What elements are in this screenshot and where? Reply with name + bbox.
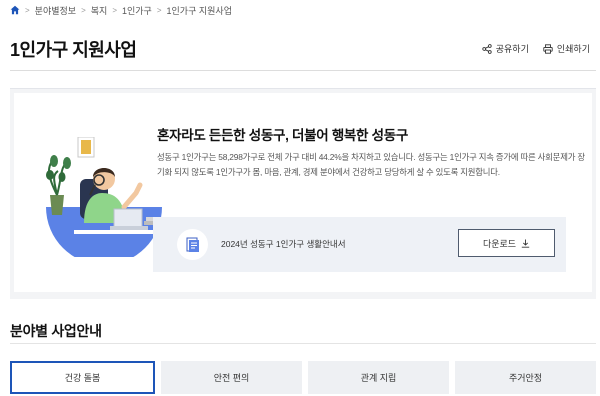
share-button[interactable]: 공유하기 [482, 42, 529, 55]
page-actions: 공유하기 인쇄하기 [482, 42, 590, 55]
share-label: 공유하기 [495, 44, 529, 54]
print-icon [543, 43, 553, 54]
tab-relationship-independence[interactable]: 관계 지립 [308, 361, 449, 394]
person-reading-illustration [46, 137, 164, 257]
breadcrumb-separator-icon: > [156, 5, 162, 15]
breadcrumb-item[interactable]: 분야별정보 [35, 4, 76, 17]
print-label: 인쇄하기 [556, 44, 590, 54]
breadcrumb-separator-icon: > [81, 5, 86, 15]
title-divider [10, 70, 596, 71]
banner-description: 성동구 1인가구는 58,298가구로 전체 가구 대비 44.2%을 차지하고… [157, 152, 585, 177]
page-title: 1인가구 지원사업 [10, 40, 137, 60]
download-button[interactable]: 다운로드 [458, 229, 555, 257]
breadcrumb-separator-icon: > [25, 5, 30, 15]
section-divider [10, 343, 596, 344]
tab-housing-stability[interactable]: 주거안정 [455, 361, 596, 394]
download-label: 다운로드 [482, 238, 517, 249]
breadcrumb-item[interactable]: 복지 [91, 4, 108, 17]
download-icon [521, 239, 530, 248]
tab-health-care[interactable]: 건강 돌봄 [10, 361, 155, 394]
breadcrumb-item-current: 1인가구 지원사업 [166, 5, 232, 16]
tab-safety-convenience[interactable]: 안전 편의 [161, 361, 302, 394]
home-icon[interactable] [10, 5, 20, 15]
banner-headline: 혼자라도 든든한 성동구, 더불어 행복한 성동구 [157, 128, 408, 143]
document-icon [177, 229, 208, 260]
breadcrumb-item[interactable]: 1인가구 [122, 4, 152, 17]
guidebook-title: 2024년 성동구 1인가구 생활안내서 [221, 239, 346, 249]
section-title: 분야별 사업안내 [10, 323, 102, 339]
program-category-tabs: 건강 돌봄 안전 편의 관계 지립 주거안정 [10, 361, 596, 394]
print-button[interactable]: 인쇄하기 [543, 42, 590, 55]
breadcrumb: > 분야별정보 > 복지 > 1인가구 > 1인가구 지원사업 [10, 4, 232, 16]
share-icon [482, 43, 492, 54]
breadcrumb-separator-icon: > [112, 5, 117, 15]
intro-banner-card: 혼자라도 든든한 성동구, 더불어 행복한 성동구 성동구 1인가구는 58,2… [14, 93, 592, 292]
guidebook-download-bar: 2024년 성동구 1인가구 생활안내서 다운로드 [153, 217, 566, 272]
intro-banner: 혼자라도 든든한 성동구, 더불어 행복한 성동구 성동구 1인가구는 58,2… [10, 88, 596, 299]
